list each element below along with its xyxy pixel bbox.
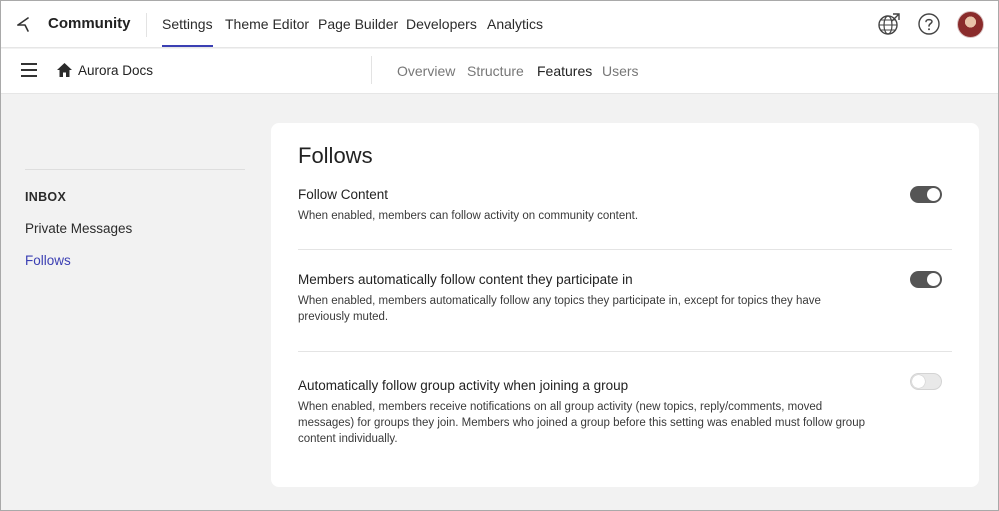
page-title: Follows xyxy=(298,143,373,168)
setting-auto-follow-participation: Members automatically follow content the… xyxy=(298,272,952,325)
setting-description: When enabled, members receive notificati… xyxy=(298,401,865,445)
tab-features[interactable]: Features xyxy=(537,63,592,79)
nav-settings[interactable]: Settings xyxy=(162,16,213,47)
app-window: Community Settings Theme Editor Page Bui… xyxy=(0,0,999,511)
user-avatar[interactable] xyxy=(957,11,984,38)
external-globe-icon[interactable] xyxy=(877,12,901,36)
setting-auto-follow-group: Automatically follow group activity when… xyxy=(298,378,952,447)
auto-follow-group-toggle[interactable] xyxy=(910,373,942,390)
brand-separator xyxy=(146,13,147,37)
setting-title: Members automatically follow content the… xyxy=(298,272,633,287)
top-navigation-bar: Community Settings Theme Editor Page Bui… xyxy=(1,1,998,48)
brand-title[interactable]: Community xyxy=(48,15,131,32)
setting-description: When enabled, members automatically foll… xyxy=(298,295,821,323)
follow-content-toggle[interactable] xyxy=(910,186,942,203)
follows-settings-card: Follows Follow Content When enabled, mem… xyxy=(271,123,979,487)
auto-follow-participation-toggle[interactable] xyxy=(910,271,942,288)
tab-structure[interactable]: Structure xyxy=(467,63,524,79)
nav-theme-editor[interactable]: Theme Editor xyxy=(225,16,309,32)
subnav-separator xyxy=(371,56,372,84)
setting-title: Automatically follow group activity when… xyxy=(298,378,629,393)
setting-title: Follow Content xyxy=(298,187,389,202)
setting-description: When enabled, members can follow activit… xyxy=(298,210,639,222)
home-icon[interactable] xyxy=(56,62,73,78)
sidebar-heading-inbox: INBOX xyxy=(25,190,67,204)
sidebar-item-private-messages[interactable]: Private Messages xyxy=(25,221,132,236)
hamburger-menu-icon[interactable] xyxy=(21,63,37,77)
tab-users[interactable]: Users xyxy=(602,63,639,79)
setting-follow-content: Follow Content When enabled, members can… xyxy=(298,187,952,224)
community-logo-icon[interactable] xyxy=(15,14,35,34)
setting-divider xyxy=(298,351,952,352)
breadcrumb-community-name[interactable]: Aurora Docs xyxy=(78,63,153,78)
nav-developers[interactable]: Developers xyxy=(406,16,477,32)
help-icon[interactable] xyxy=(917,12,941,36)
setting-divider xyxy=(298,249,952,250)
nav-analytics[interactable]: Analytics xyxy=(487,16,543,32)
tab-overview[interactable]: Overview xyxy=(397,63,455,79)
nav-page-builder[interactable]: Page Builder xyxy=(318,16,398,32)
secondary-navigation-bar: Aurora Docs Overview Structure Features … xyxy=(1,49,998,94)
sidebar-divider xyxy=(25,169,245,170)
sidebar-item-follows[interactable]: Follows xyxy=(25,253,71,268)
